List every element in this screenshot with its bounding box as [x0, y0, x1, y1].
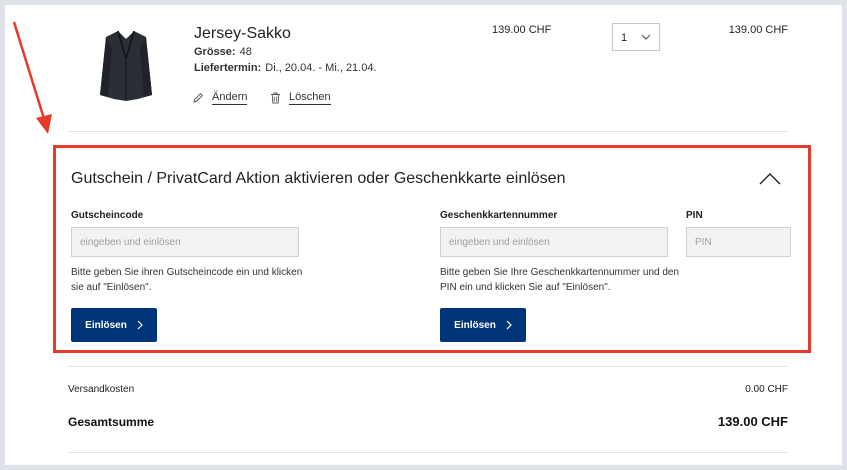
delete-label: Löschen	[289, 91, 331, 105]
coupon-code-label: Gutscheincode	[71, 210, 144, 221]
unit-price: 139.00 CHF	[492, 24, 552, 36]
redeem-giftcard-button[interactable]: Einlösen	[440, 308, 526, 342]
product-size: Grösse: 48	[194, 46, 252, 58]
coupon-help-text: Bitte geben Sie ihren Gutscheincode ein …	[71, 267, 303, 293]
giftcard-number-label: Geschenkkartennummer	[440, 210, 558, 221]
chevron-right-icon	[506, 320, 512, 330]
pin-input[interactable]	[686, 227, 791, 257]
chevron-up-icon[interactable]	[758, 172, 782, 186]
divider	[67, 131, 788, 132]
chevron-down-icon	[641, 34, 651, 40]
edit-label: Ändern	[212, 91, 248, 105]
edit-link[interactable]: Ändern	[192, 91, 248, 105]
pin-label: PIN	[686, 210, 703, 221]
total-label: Gesamtsumme	[68, 415, 155, 429]
delivery-date: Liefertermin: Di., 20.04. - Mi., 21.04.	[194, 62, 377, 74]
redeem-label: Einlösen	[454, 319, 496, 331]
product-image[interactable]	[98, 29, 154, 101]
divider	[67, 452, 788, 453]
giftcard-help-text: Bitte geben Sie Ihre Geschenkkartennumme…	[440, 267, 680, 293]
delete-link[interactable]: Löschen	[270, 91, 331, 105]
shipping-value: 0.00 CHF	[745, 384, 788, 395]
giftcard-number-input[interactable]	[440, 227, 668, 257]
line-total: 139.00 CHF	[728, 24, 788, 36]
pencil-icon	[193, 92, 204, 103]
product-name[interactable]: Jersey-Sakko	[194, 25, 291, 43]
cart-page: Jersey-Sakko Grösse: 48 Liefertermin: Di.,…	[5, 5, 842, 465]
redeem-coupon-button[interactable]: Einlösen	[71, 308, 157, 342]
divider	[67, 366, 788, 367]
coupon-code-input[interactable]	[71, 227, 299, 257]
quantity-select[interactable]: 1	[612, 23, 660, 51]
total-value: 139.00 CHF	[717, 414, 788, 429]
voucher-title[interactable]: Gutschein / PrivatCard Aktion aktivieren…	[71, 170, 565, 188]
trash-icon	[271, 92, 280, 104]
chevron-right-icon	[137, 320, 143, 330]
quantity-value: 1	[621, 32, 628, 44]
shipping-label: Versandkosten	[68, 384, 135, 395]
voucher-section: Gutschein / PrivatCard Aktion aktivieren…	[53, 145, 811, 353]
redeem-label: Einlösen	[85, 319, 127, 331]
